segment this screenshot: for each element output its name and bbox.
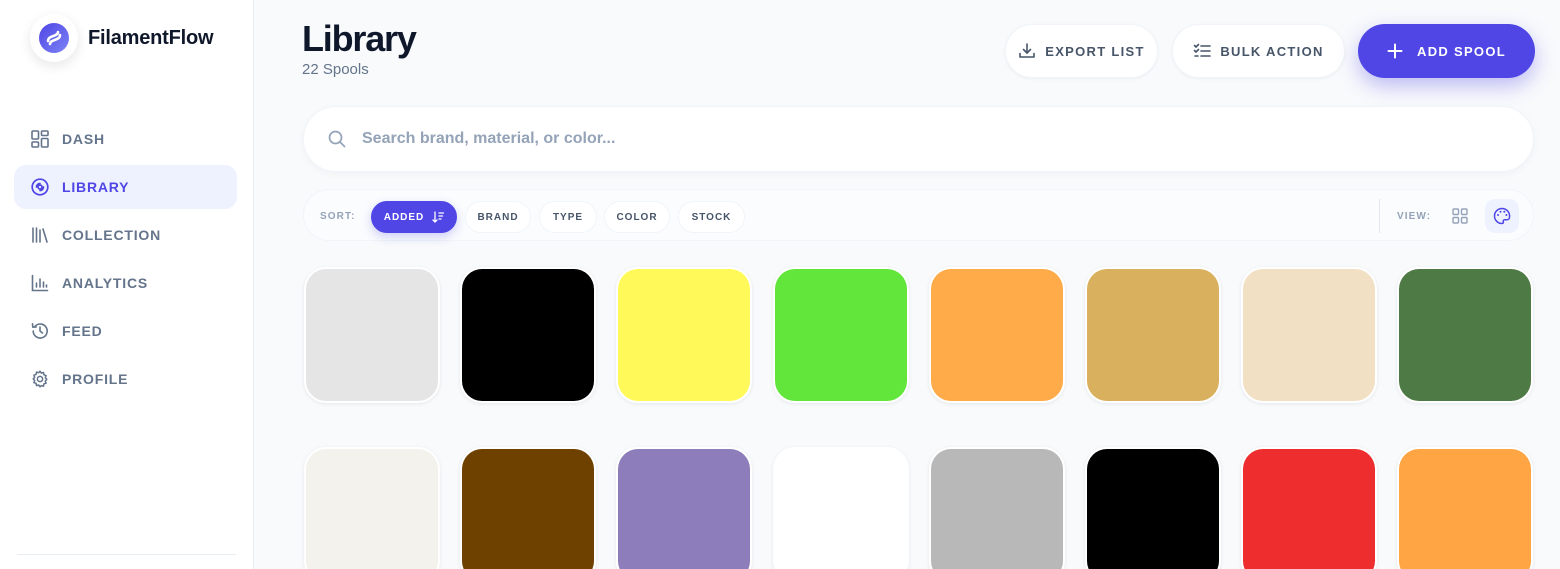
download-icon xyxy=(1018,42,1036,60)
spool-swatch-card[interactable] xyxy=(773,447,909,569)
sort-option-label: COLOR xyxy=(616,211,658,223)
color-swatch xyxy=(931,269,1063,401)
color-swatch xyxy=(1087,269,1219,401)
sidebar-item-feed[interactable]: FEED xyxy=(14,309,237,353)
sort-option-label: STOCK xyxy=(691,211,732,223)
color-swatch xyxy=(775,269,907,401)
search-icon xyxy=(328,130,346,148)
color-swatch xyxy=(775,449,907,569)
books-icon xyxy=(30,225,50,245)
sort-option-label: BRAND xyxy=(477,211,519,223)
color-swatch xyxy=(462,449,594,569)
sort-option-brand[interactable]: BRAND xyxy=(465,201,531,233)
palette-view-button[interactable] xyxy=(1485,199,1519,233)
grid-view-button[interactable] xyxy=(1443,199,1477,233)
spool-swatch-card[interactable] xyxy=(616,267,752,403)
sidebar-item-profile[interactable]: PROFILE xyxy=(14,357,237,401)
app-name: FilamentFlow xyxy=(88,26,214,49)
sort-option-stock[interactable]: STOCK xyxy=(678,201,745,233)
add-spool-label: ADD SPOOL xyxy=(1417,43,1506,59)
spool-swatch-card[interactable] xyxy=(460,447,596,569)
spool-swatch-card[interactable] xyxy=(929,447,1065,569)
bulk-action-button[interactable]: BULK ACTION xyxy=(1172,24,1345,78)
color-swatch xyxy=(1243,269,1375,401)
page-title: Library xyxy=(302,18,417,59)
sidebar-item-dash[interactable]: DASH xyxy=(14,117,237,161)
export-list-label: EXPORT LIST xyxy=(1045,43,1145,59)
sort-option-added[interactable]: ADDED xyxy=(371,201,457,233)
palette-icon xyxy=(1493,207,1511,225)
app-logo-icon xyxy=(30,14,78,62)
sidebar-item-label: DASH xyxy=(62,131,105,147)
brand[interactable]: FilamentFlow xyxy=(30,14,214,62)
sidebar-item-collection[interactable]: COLLECTION xyxy=(14,213,237,257)
sort-descending-icon xyxy=(432,211,445,223)
color-swatch xyxy=(1399,449,1531,569)
spool-swatch-card[interactable] xyxy=(929,267,1065,403)
export-list-button[interactable]: EXPORT LIST xyxy=(1005,24,1158,78)
gear-icon xyxy=(30,369,50,389)
sidebar-divider xyxy=(17,554,236,555)
color-swatch xyxy=(1243,449,1375,569)
spool-count: 22 Spools xyxy=(302,61,369,78)
sort-option-color[interactable]: COLOR xyxy=(604,201,670,233)
sort-view-toolbar: SORT: ADDED BRAND TYPE COLOR STOCK VIEW: xyxy=(303,189,1534,241)
plus-icon xyxy=(1387,43,1403,59)
sort-option-label: ADDED xyxy=(383,211,425,223)
color-swatch xyxy=(306,269,438,401)
sort-option-type[interactable]: TYPE xyxy=(539,201,597,233)
bar-chart-icon xyxy=(30,273,50,293)
sidebar-item-label: FEED xyxy=(62,323,103,339)
grid-icon xyxy=(1452,208,1468,224)
spool-swatch-card[interactable] xyxy=(1397,447,1533,569)
spool-swatch-card[interactable] xyxy=(1241,267,1377,403)
history-icon xyxy=(30,321,50,341)
color-swatch xyxy=(618,449,750,569)
spool-swatch-card[interactable] xyxy=(1241,447,1377,569)
color-swatch xyxy=(1087,449,1219,569)
sort-option-label: TYPE xyxy=(552,211,584,223)
sidebar-item-library[interactable]: LIBRARY xyxy=(14,165,237,209)
spool-swatch-card[interactable] xyxy=(304,447,440,569)
color-swatch xyxy=(462,269,594,401)
sidebar-item-analytics[interactable]: ANALYTICS xyxy=(14,261,237,305)
sidebar-item-label: ANALYTICS xyxy=(62,275,149,291)
spool-swatch-card[interactable] xyxy=(1085,267,1221,403)
checklist-icon xyxy=(1193,42,1212,60)
spool-swatch-card[interactable] xyxy=(616,447,752,569)
color-swatch xyxy=(618,269,750,401)
spool-swatch-card[interactable] xyxy=(460,267,596,403)
spool-icon xyxy=(30,177,50,197)
add-spool-button[interactable]: ADD SPOOL xyxy=(1358,24,1535,78)
spool-swatch-card[interactable] xyxy=(1397,267,1533,403)
spool-swatch-card[interactable] xyxy=(304,267,440,403)
spool-swatch-card[interactable] xyxy=(773,267,909,403)
sort-label: SORT: xyxy=(320,211,356,222)
bulk-action-label: BULK ACTION xyxy=(1220,43,1324,59)
view-label: VIEW: xyxy=(1397,211,1432,222)
dashboard-icon xyxy=(30,129,50,149)
toolbar-divider xyxy=(1379,199,1380,233)
search-bar xyxy=(303,106,1534,172)
search-input[interactable] xyxy=(362,130,1462,148)
sidebar-nav: DASH LIBRARY COLLECTION ANALYTICS FEED P… xyxy=(14,117,237,405)
sidebar-item-label: COLLECTION xyxy=(62,227,161,243)
sidebar: FilamentFlow DASH LIBRARY COLLECTION ANA… xyxy=(0,0,254,569)
color-swatch xyxy=(306,449,438,569)
spool-swatch-card[interactable] xyxy=(1085,447,1221,569)
color-swatch xyxy=(931,449,1063,569)
sidebar-item-label: PROFILE xyxy=(62,371,129,387)
sidebar-item-label: LIBRARY xyxy=(62,179,130,195)
color-swatch xyxy=(1399,269,1531,401)
